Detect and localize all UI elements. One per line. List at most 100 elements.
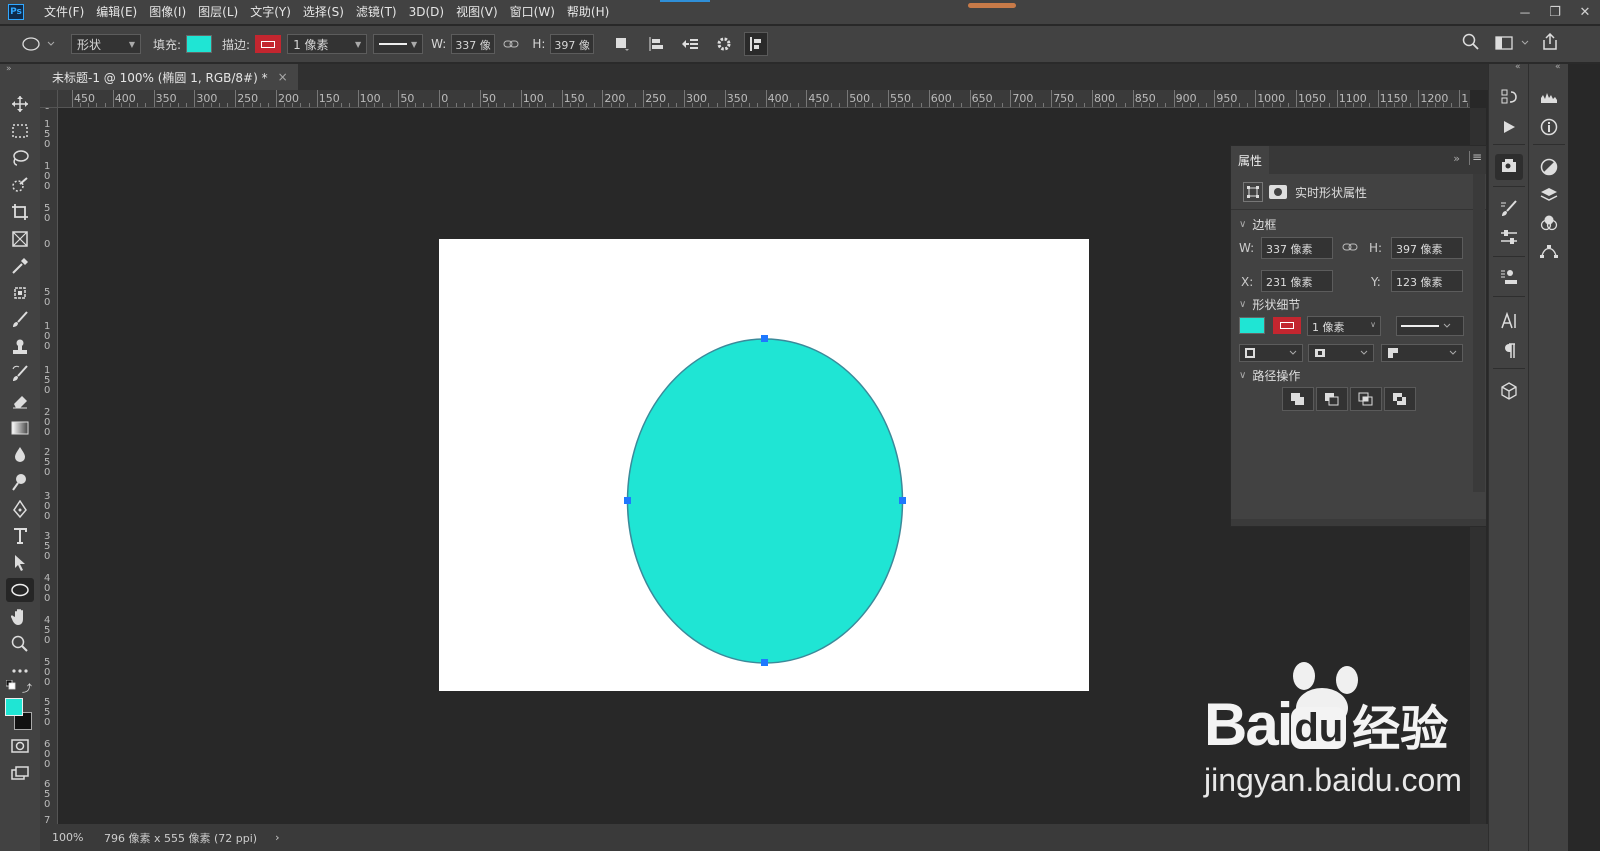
panel-menu-icon[interactable]: ≡	[1472, 150, 1482, 164]
stroke-width-select[interactable]: 1 像素 ▼	[287, 34, 368, 54]
menu-window[interactable]: 窗口(W)	[504, 0, 561, 24]
menu-file[interactable]: 文件(F)	[38, 0, 90, 24]
prop-stroke-width-select[interactable]: 1 像素 ∨	[1307, 316, 1381, 336]
anchor-point-right[interactable]	[899, 497, 906, 504]
menu-layer[interactable]: 图层(L)	[192, 0, 244, 24]
stroke-color-swatch[interactable]	[255, 35, 282, 53]
healing-brush-icon[interactable]	[6, 281, 34, 305]
document-tab[interactable]: 未标题-1 @ 100% (椭圆 1, RGB/8#) * ×	[40, 64, 298, 90]
zoom-tool-icon[interactable]	[6, 632, 34, 656]
subtract-front-button[interactable]	[1316, 387, 1348, 411]
pen-tool-icon[interactable]	[6, 497, 34, 521]
prop-stroke-type-select[interactable]	[1396, 316, 1464, 336]
eraser-tool-icon[interactable]	[6, 389, 34, 413]
menu-edit[interactable]: 编辑(E)	[90, 0, 143, 24]
info-icon[interactable]	[1535, 114, 1563, 140]
height-input[interactable]: 397 像	[550, 34, 595, 54]
restore-button[interactable]: ❐	[1540, 0, 1570, 24]
prop-y-input[interactable]: 123 像素	[1391, 270, 1463, 292]
link-icon[interactable]	[501, 30, 521, 58]
paths-icon[interactable]	[1535, 238, 1563, 264]
status-arrow-icon[interactable]: ›	[275, 831, 279, 844]
prop-fill-swatch[interactable]	[1239, 317, 1265, 334]
collapse-icon[interactable]: »	[6, 64, 12, 74]
blur-tool-icon[interactable]	[6, 443, 34, 467]
combine-shapes-button[interactable]	[1282, 387, 1314, 411]
adjustments-icon[interactable]	[1535, 154, 1563, 180]
brush-settings-icon[interactable]	[1495, 196, 1523, 222]
close-button[interactable]: ✕	[1570, 0, 1600, 24]
clone-stamp-icon[interactable]	[6, 335, 34, 359]
share-icon[interactable]	[1541, 33, 1563, 55]
prop-x-input[interactable]: 231 像素	[1261, 270, 1333, 292]
frame-tool-icon[interactable]	[6, 227, 34, 251]
stroke-join-select[interactable]	[1381, 344, 1463, 362]
3d-panel-icon[interactable]	[1495, 378, 1523, 404]
ellipse-shape[interactable]	[626, 338, 904, 664]
history-panel-icon[interactable]	[1495, 84, 1523, 110]
anchor-point-bottom[interactable]	[761, 659, 768, 666]
link-icon[interactable]	[1342, 242, 1358, 252]
workspace-icon[interactable]	[1495, 35, 1535, 55]
path-arrangement-icon[interactable]	[676, 30, 704, 58]
dodge-tool-icon[interactable]	[6, 470, 34, 494]
move-tool-icon[interactable]	[6, 92, 34, 116]
quick-selection-icon[interactable]	[6, 173, 34, 197]
quick-mask-icon[interactable]	[6, 734, 34, 758]
shape-details-section-header[interactable]: ∨ 形状细节	[1239, 296, 1300, 313]
lasso-tool-icon[interactable]	[6, 146, 34, 170]
stroke-type-select[interactable]: ▼	[373, 34, 424, 54]
fill-color-swatch[interactable]	[186, 35, 213, 53]
stroke-align-select[interactable]	[1239, 344, 1303, 362]
menu-select[interactable]: 选择(S)	[297, 0, 350, 24]
layers-icon[interactable]	[1535, 182, 1563, 208]
path-selection-icon[interactable]	[6, 551, 34, 575]
paragraph-panel-icon[interactable]	[1495, 338, 1523, 364]
menu-type[interactable]: 文字(Y)	[244, 0, 297, 24]
shape-mode-select[interactable]: 形状 ▼	[71, 34, 141, 54]
prop-width-input[interactable]: 337 像素	[1261, 237, 1333, 259]
channels-icon[interactable]	[1535, 210, 1563, 236]
document-canvas[interactable]	[439, 239, 1089, 691]
path-alignment-icon[interactable]	[642, 30, 670, 58]
screen-mode-icon[interactable]	[6, 761, 34, 785]
default-colors-icon[interactable]	[6, 680, 16, 690]
histogram-icon[interactable]	[1535, 84, 1563, 110]
search-icon[interactable]	[1462, 33, 1486, 57]
align-edges-icon[interactable]	[744, 32, 769, 56]
gradient-tool-icon[interactable]	[6, 416, 34, 440]
intersect-shapes-button[interactable]	[1350, 387, 1382, 411]
brush-tool-icon[interactable]	[6, 308, 34, 332]
anchor-point-top[interactable]	[761, 335, 768, 342]
ellipse-tool-preset[interactable]	[19, 30, 57, 58]
eyedropper-icon[interactable]	[6, 254, 34, 278]
properties-panel-icon[interactable]	[1495, 154, 1523, 180]
menu-view[interactable]: 视图(V)	[450, 0, 504, 24]
exclude-overlap-button[interactable]	[1384, 387, 1416, 411]
clone-source-icon[interactable]	[1495, 264, 1523, 290]
minimize-button[interactable]: －	[1510, 0, 1540, 24]
stroke-cap-select[interactable]	[1308, 344, 1374, 362]
history-brush-icon[interactable]	[6, 362, 34, 386]
path-ops-section-header[interactable]: ∨ 路径操作	[1239, 367, 1300, 384]
actions-play-icon[interactable]	[1495, 114, 1523, 140]
hand-tool-icon[interactable]	[6, 605, 34, 629]
menu-help[interactable]: 帮助(H)	[561, 0, 615, 24]
shape-properties-icon[interactable]	[1243, 182, 1263, 202]
adjust-sliders-icon[interactable]	[1495, 224, 1523, 250]
collapse-icon[interactable]: «	[1555, 62, 1561, 72]
menu-3d[interactable]: 3D(D)	[403, 0, 450, 24]
collapse-panel-icon[interactable]: »	[1453, 152, 1460, 165]
character-panel-icon[interactable]	[1495, 308, 1523, 334]
ruler-origin[interactable]	[40, 90, 58, 108]
type-tool-icon[interactable]	[6, 524, 34, 548]
bounds-section-header[interactable]: ∨ 边框	[1239, 216, 1276, 233]
foreground-color-swatch[interactable]	[5, 698, 23, 716]
prop-stroke-swatch[interactable]	[1273, 317, 1301, 334]
menu-filter[interactable]: 滤镜(T)	[350, 0, 403, 24]
panel-scrollbar[interactable]	[1473, 174, 1485, 492]
path-operations-icon[interactable]	[608, 30, 636, 58]
collapse-icon[interactable]: «	[1515, 62, 1521, 72]
gear-icon[interactable]	[710, 30, 738, 58]
menu-image[interactable]: 图像(I)	[143, 0, 192, 24]
